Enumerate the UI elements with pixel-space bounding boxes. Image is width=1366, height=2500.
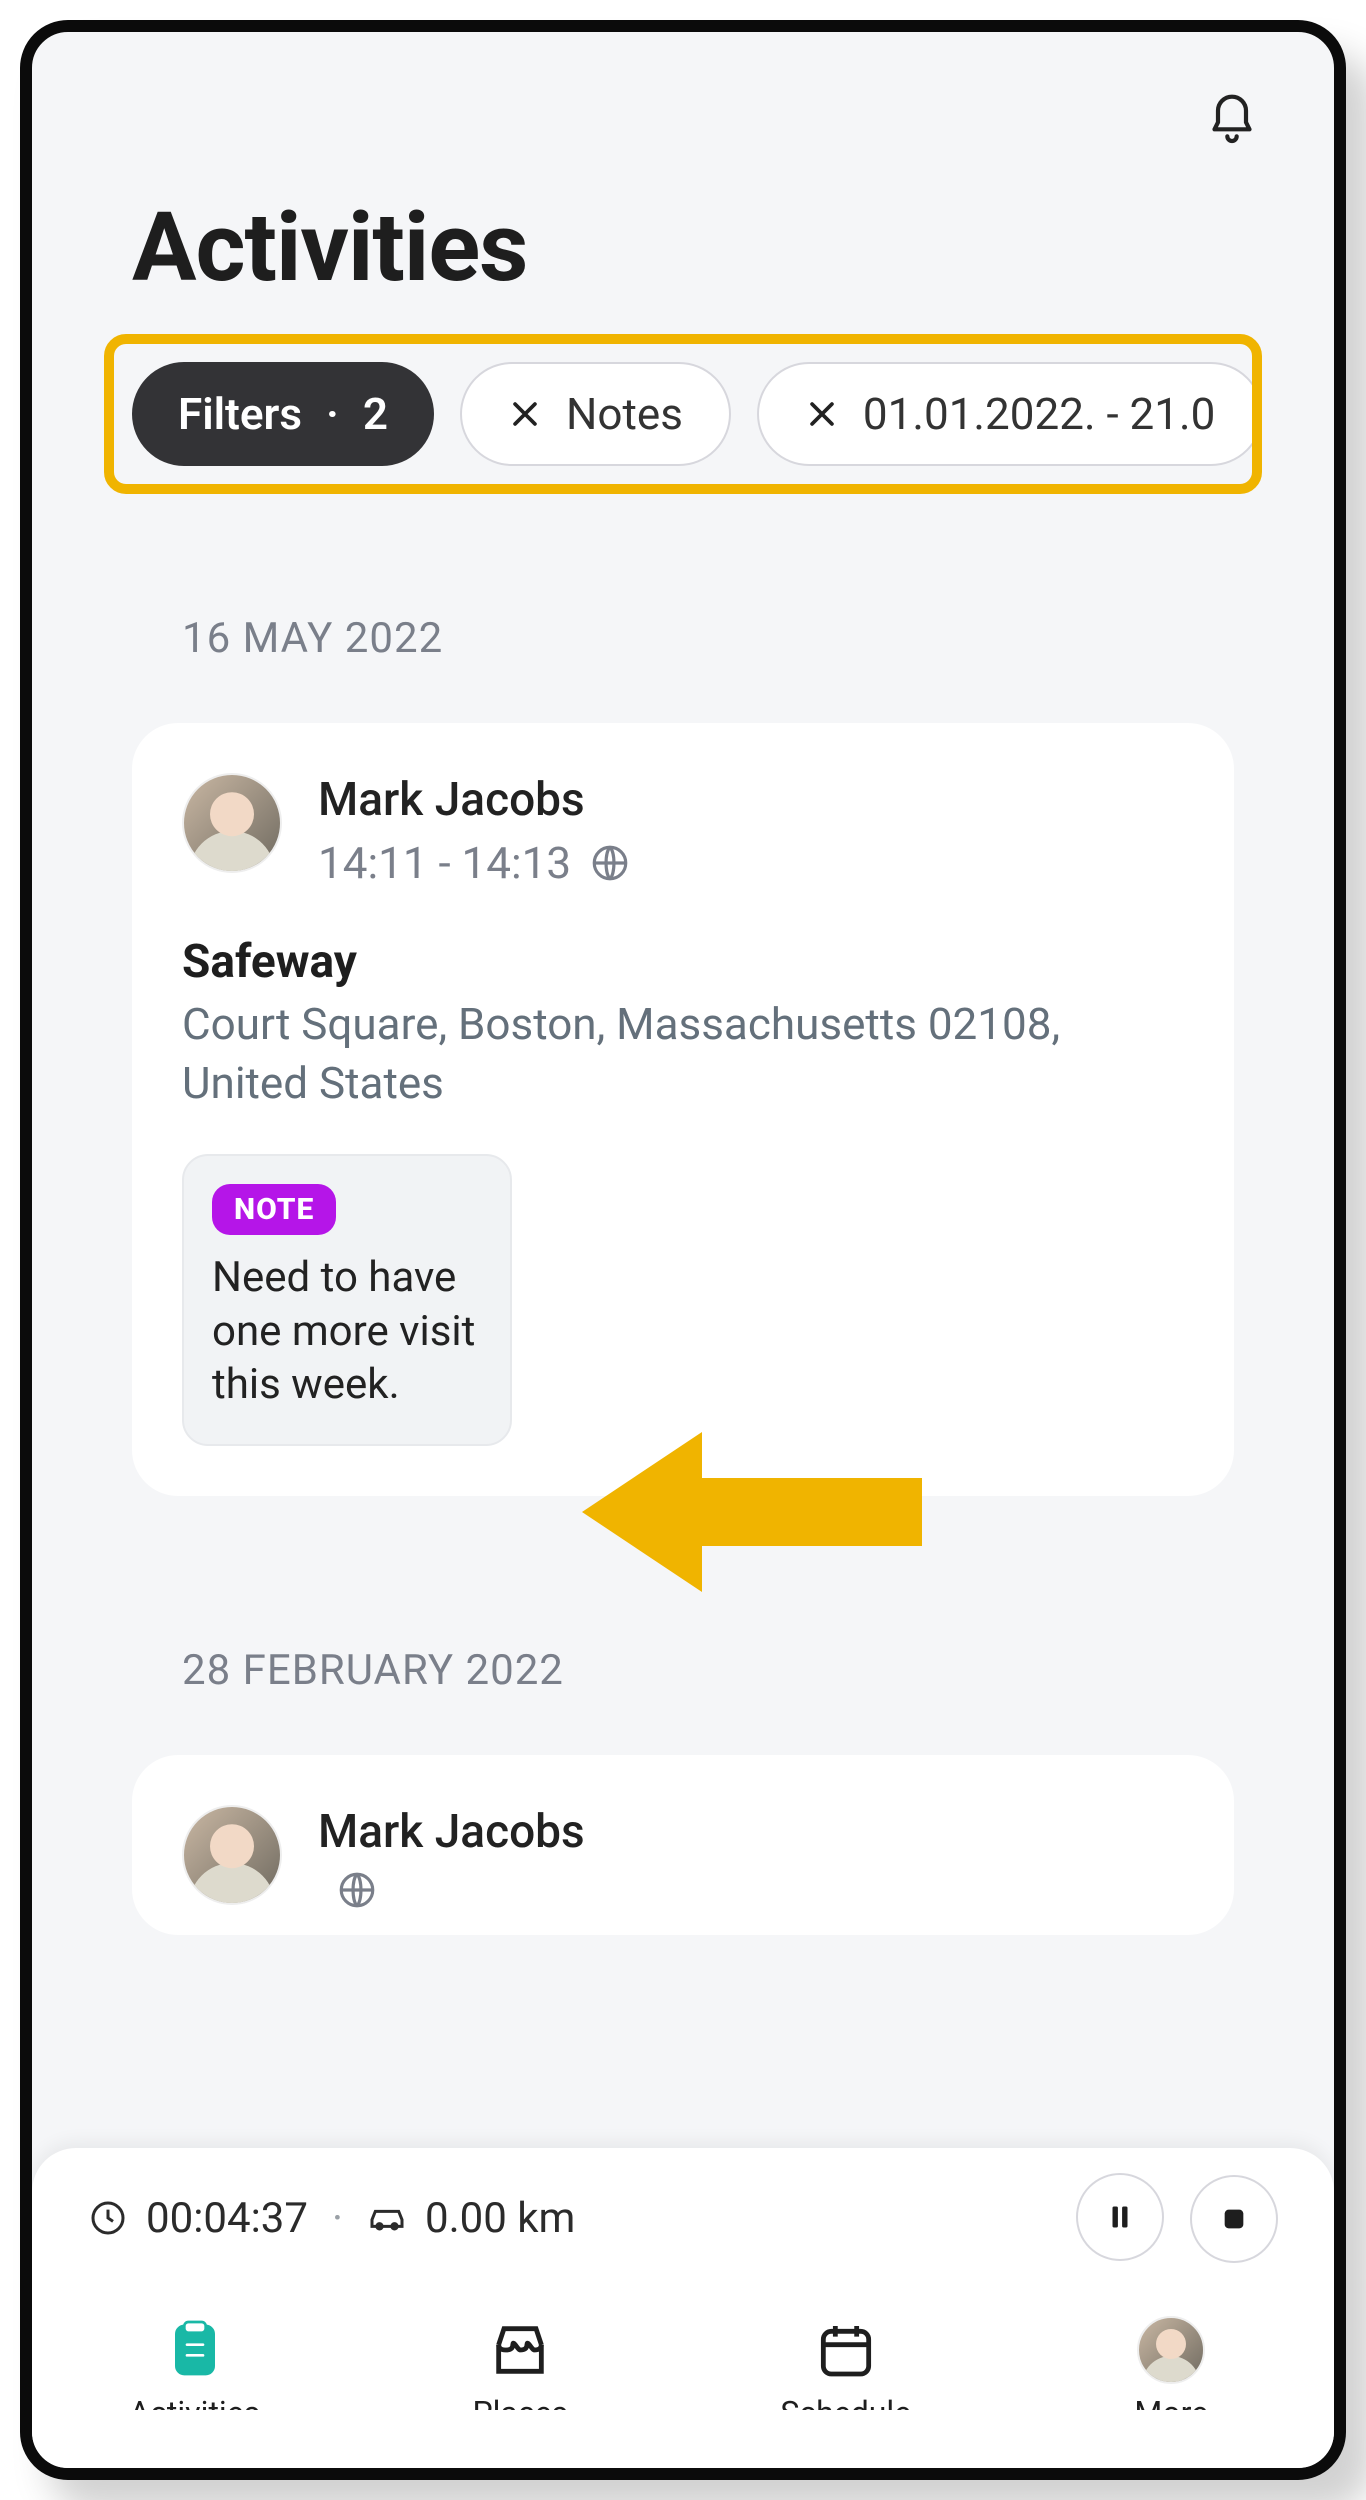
- filter-chip-label: Notes: [566, 388, 683, 440]
- card-header: Mark Jacobs 14:11 - 14:13: [182, 773, 1184, 889]
- status-bar: 00:04:37 · 0.00 km: [32, 2148, 1334, 2288]
- place-name: Safeway: [182, 935, 1184, 989]
- clipboard-icon: [159, 2314, 231, 2386]
- pause-button[interactable]: [1076, 2173, 1164, 2261]
- filter-chip-daterange[interactable]: 01.01.2022. - 21.0: [757, 362, 1262, 466]
- car-icon: [367, 2198, 407, 2238]
- globe-icon: [336, 1869, 378, 1911]
- nav-schedule[interactable]: Schedule: [703, 2314, 989, 2410]
- page-title: Activities: [32, 162, 1334, 324]
- filter-chip-label: 01.01.2022. - 21.0: [863, 388, 1215, 440]
- nav-label: Schedule: [780, 2394, 911, 2410]
- time-range: 14:11 - 14:13: [318, 837, 571, 889]
- device-frame: Activities Filters · 2 Notes 01.01.2022.…: [20, 20, 1346, 2480]
- calendar-icon: [810, 2314, 882, 2386]
- card-header: Mark Jacobs: [182, 1805, 1184, 1911]
- nav-places[interactable]: Places: [377, 2314, 663, 2410]
- distance-value: 0.00 km: [425, 2194, 575, 2243]
- filters-chip-label: Filters: [178, 388, 302, 440]
- bottom-nav: Activities Places Schedule More: [32, 2288, 1334, 2468]
- filter-chip-notes[interactable]: Notes: [460, 362, 731, 466]
- avatar: [182, 773, 282, 873]
- place-address: Court Square, Boston, Massachusetts 0210…: [182, 995, 1184, 1114]
- close-icon[interactable]: [805, 397, 839, 431]
- notifications-icon[interactable]: [1200, 88, 1264, 152]
- separator-dot: ·: [326, 2194, 349, 2243]
- nav-label: More: [1134, 2394, 1208, 2410]
- note-text: Need to have one more visit this week.: [212, 1251, 482, 1412]
- storefront-icon: [484, 2314, 556, 2386]
- close-icon[interactable]: [508, 397, 542, 431]
- elapsed-time: 00:04:37: [146, 2194, 308, 2243]
- person-name: Mark Jacobs: [318, 1805, 585, 1859]
- header: [32, 32, 1334, 162]
- nav-label: Places: [472, 2394, 568, 2410]
- nav-activities[interactable]: Activities: [52, 2314, 338, 2410]
- annotation-arrow-left-icon: [582, 1432, 922, 1592]
- section-date: 16 MAY 2022: [32, 494, 1334, 703]
- stop-button[interactable]: [1190, 2175, 1278, 2263]
- note-badge: NOTE: [212, 1184, 336, 1235]
- avatar: [182, 1805, 282, 1905]
- clock-icon: [88, 2198, 128, 2238]
- globe-icon: [589, 842, 631, 884]
- activity-card[interactable]: Mark Jacobs 14:11 - 14:13 Safeway Court …: [132, 723, 1234, 1496]
- filters-chip-separator: ·: [326, 388, 339, 440]
- nav-more[interactable]: More: [1028, 2314, 1314, 2410]
- filters-bar: Filters · 2 Notes 01.01.2022. - 21.0: [104, 334, 1262, 494]
- note-card[interactable]: NOTE Need to have one more visit this we…: [182, 1154, 512, 1446]
- avatar-icon: [1135, 2314, 1207, 2386]
- nav-label: Activities: [129, 2394, 260, 2410]
- filters-chip-count: 2: [363, 388, 388, 440]
- filters-chip[interactable]: Filters · 2: [132, 362, 434, 466]
- person-name: Mark Jacobs: [318, 773, 631, 827]
- activity-card[interactable]: Mark Jacobs: [132, 1755, 1234, 1935]
